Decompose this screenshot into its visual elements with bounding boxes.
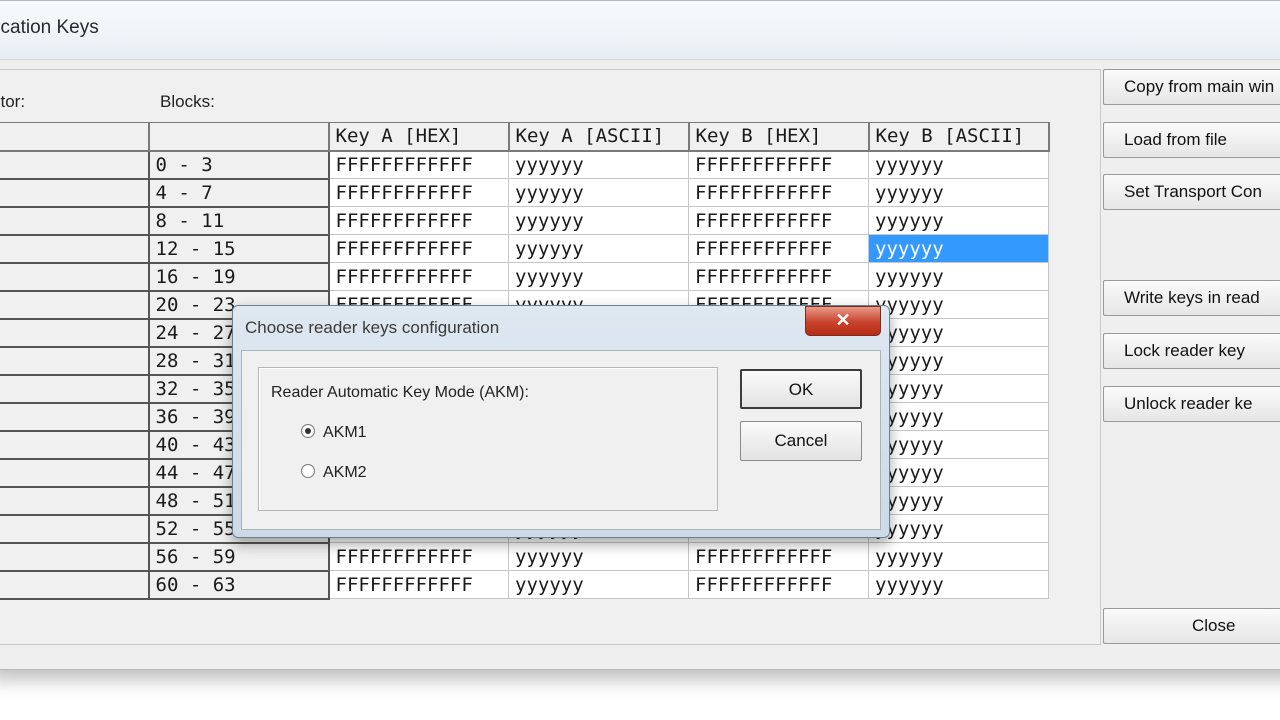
header-sector (0, 122, 150, 152)
key-a-ascii-cell[interactable]: yyyyyy (508, 150, 689, 179)
key-b-ascii-cell[interactable]: yyyyyy (868, 178, 1049, 207)
key-b-hex-cell[interactable]: FFFFFFFFFFFF (688, 178, 869, 207)
sector-cell (0, 318, 150, 348)
header-key-a-hex[interactable]: Key A [HEX] (328, 122, 510, 152)
table-row: 56 - 59 FFFFFFFFFFFF yyyyyy FFFFFFFFFFFF yyy… (0, 542, 1049, 572)
blocks-cell: 4 - 7 (148, 178, 330, 208)
unlock-reader-keys-button[interactable]: Unlock reader ke (1103, 386, 1280, 422)
blocks-label: Blocks: (160, 92, 215, 111)
key-a-hex-cell[interactable]: FFFFFFFFFFFF (328, 570, 509, 599)
sector-cell (0, 206, 150, 236)
load-from-file-button[interactable]: Load from file (1103, 122, 1280, 158)
sector-cell (0, 262, 150, 292)
key-b-ascii-cell[interactable]: yyyyyy (868, 402, 1049, 431)
reader-keys-dialog: Choose reader keys configuration ✕ Reade… (232, 305, 890, 538)
key-a-ascii-cell[interactable]: yyyyyy (508, 570, 689, 599)
dialog-close-icon[interactable]: ✕ (805, 306, 881, 336)
key-b-ascii-cell[interactable]: yyyyyy (868, 486, 1049, 515)
key-b-ascii-cell[interactable]: yyyyyy (868, 430, 1049, 459)
window-title: tication Keys (0, 17, 99, 38)
close-button[interactable]: Close (1103, 608, 1280, 644)
sector-cell (0, 150, 150, 180)
blocks-cell: 8 - 11 (148, 206, 330, 236)
key-a-hex-cell[interactable]: FFFFFFFFFFFF (328, 234, 509, 263)
blocks-cell: 16 - 19 (148, 262, 330, 292)
blocks-cell: 56 - 59 (148, 542, 330, 572)
sector-cell (0, 234, 150, 264)
sector-cell (0, 514, 150, 544)
radio-unchecked-icon (301, 464, 315, 478)
sector-cell (0, 346, 150, 376)
sector-cell (0, 430, 150, 460)
key-b-ascii-cell[interactable]: yyyyyy (868, 458, 1049, 487)
key-a-hex-cell[interactable]: FFFFFFFFFFFF (328, 262, 509, 291)
akm-group: Reader Automatic Key Mode (AKM): AKM1 AK… (258, 367, 718, 511)
akm-group-label: Reader Automatic Key Mode (AKM): (271, 384, 529, 401)
key-a-hex-cell[interactable]: FFFFFFFFFFFF (328, 206, 509, 235)
table-row: 16 - 19 FFFFFFFFFFFF yyyyyy FFFFFFFFFFFF yyy… (0, 262, 1049, 292)
key-b-ascii-cell[interactable]: yyyyyy (868, 570, 1049, 599)
key-b-ascii-cell[interactable]: yyyyyy (868, 374, 1049, 403)
set-transport-config-button[interactable]: Set Transport Con (1103, 174, 1280, 210)
key-b-ascii-cell[interactable]: yyyyyy (868, 318, 1049, 347)
key-a-ascii-cell[interactable]: yyyyyy (508, 234, 689, 263)
lock-reader-keys-button[interactable]: Lock reader key (1103, 333, 1280, 369)
table-row: 0 - 3 FFFFFFFFFFFF yyyyyy FFFFFFFFFFFF yyyyy… (0, 150, 1049, 180)
table-row: 12 - 15 FFFFFFFFFFFF yyyyyy FFFFFFFFFFFF yyy… (0, 234, 1049, 264)
table-row: 60 - 63 FFFFFFFFFFFF yyyyyy FFFFFFFFFFFF yyy… (0, 570, 1049, 600)
header-key-b-ascii[interactable]: Key B [ASCII] (868, 122, 1050, 152)
key-b-ascii-cell[interactable]: yyyyyy (868, 206, 1049, 235)
sector-cell (0, 402, 150, 432)
dialog-title: Choose reader keys configuration (245, 318, 500, 337)
key-a-hex-cell[interactable]: FFFFFFFFFFFF (328, 542, 509, 571)
copy-from-main-button[interactable]: Copy from main win (1103, 69, 1280, 105)
sector-cell (0, 458, 150, 488)
key-b-hex-cell[interactable]: FFFFFFFFFFFF (688, 262, 869, 291)
key-b-ascii-cell[interactable]: yyyyyy (868, 262, 1049, 291)
blocks-cell: 0 - 3 (148, 150, 330, 180)
key-a-hex-cell[interactable]: FFFFFFFFFFFF (328, 150, 509, 179)
radio-akm1-label: AKM1 (323, 424, 367, 441)
ok-button[interactable]: OK (740, 369, 862, 409)
key-a-ascii-cell[interactable]: yyyyyy (508, 542, 689, 571)
key-b-hex-cell[interactable]: FFFFFFFFFFFF (688, 234, 869, 263)
grid-header-row: Key A [HEX] Key A [ASCII] Key B [HEX] Ke… (0, 122, 1050, 152)
key-b-ascii-cell[interactable]: yyyyyy (868, 290, 1049, 319)
header-key-a-ascii[interactable]: Key A [ASCII] (508, 122, 690, 152)
sector-cell (0, 542, 150, 572)
title-bar: tication Keys (0, 1, 1280, 60)
sector-cell (0, 290, 150, 320)
dialog-body: Reader Automatic Key Mode (AKM): AKM1 AK… (241, 350, 881, 530)
sector-cell (0, 486, 150, 516)
key-a-ascii-cell[interactable]: yyyyyy (508, 178, 689, 207)
sector-cell (0, 178, 150, 208)
key-b-ascii-cell[interactable]: yyyyyy (868, 234, 1049, 263)
key-b-hex-cell[interactable]: FFFFFFFFFFFF (688, 206, 869, 235)
sector-cell (0, 570, 150, 600)
key-b-hex-cell[interactable]: FFFFFFFFFFFF (688, 542, 869, 571)
key-a-hex-cell[interactable]: FFFFFFFFFFFF (328, 178, 509, 207)
radio-akm1[interactable]: AKM1 (301, 424, 367, 442)
key-b-hex-cell[interactable]: FFFFFFFFFFFF (688, 150, 869, 179)
key-b-hex-cell[interactable]: FFFFFFFFFFFF (688, 570, 869, 599)
key-b-ascii-cell[interactable]: yyyyyy (868, 542, 1049, 571)
header-blocks (148, 122, 330, 152)
radio-akm2[interactable]: AKM2 (301, 464, 367, 482)
cancel-button[interactable]: Cancel (740, 421, 862, 461)
table-row: 8 - 11 FFFFFFFFFFFF yyyyyy FFFFFFFFFFFF yyyy… (0, 206, 1049, 236)
key-b-ascii-cell[interactable]: yyyyyy (868, 150, 1049, 179)
sector-label: ctor: (0, 92, 26, 111)
key-a-ascii-cell[interactable]: yyyyyy (508, 262, 689, 291)
sector-cell (0, 374, 150, 404)
table-row: 4 - 7 FFFFFFFFFFFF yyyyyy FFFFFFFFFFFF yyyyy… (0, 178, 1049, 208)
header-key-b-hex[interactable]: Key B [HEX] (688, 122, 870, 152)
blocks-cell: 12 - 15 (148, 234, 330, 264)
blocks-cell: 60 - 63 (148, 570, 330, 600)
key-b-ascii-cell[interactable]: yyyyyy (868, 346, 1049, 375)
key-b-ascii-cell[interactable]: yyyyyy (868, 514, 1049, 543)
radio-akm2-label: AKM2 (323, 464, 367, 481)
key-a-ascii-cell[interactable]: yyyyyy (508, 206, 689, 235)
write-keys-button[interactable]: Write keys in read (1103, 280, 1280, 316)
radio-checked-icon (301, 424, 315, 438)
